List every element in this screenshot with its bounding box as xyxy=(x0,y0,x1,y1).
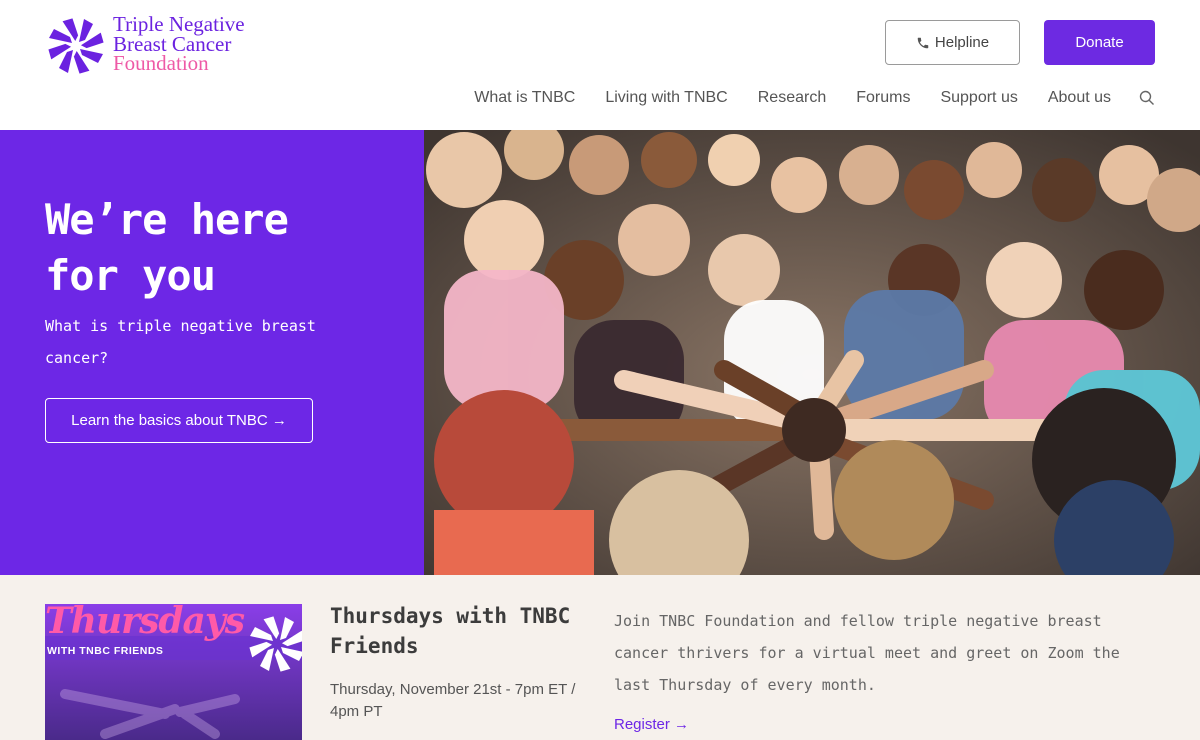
phone-icon xyxy=(917,37,929,48)
event-thumbnail-title: Thursdays xyxy=(45,604,245,642)
hero-panel: We’re here for you What is triple negati… xyxy=(0,130,424,575)
search-icon[interactable] xyxy=(1139,90,1155,106)
nav-item-support-us[interactable]: Support us xyxy=(940,89,1017,107)
nav-item-about-us[interactable]: About us xyxy=(1048,89,1111,107)
hero-photo xyxy=(424,130,1200,575)
nav-item-forums[interactable]: Forums xyxy=(856,89,910,107)
hero-title-line-2: for you xyxy=(45,251,216,300)
event-thumbnail-subtitle: WITH TNBC FRIENDS xyxy=(47,645,164,657)
helpline-label: Helpline xyxy=(934,34,990,51)
donate-button[interactable]: Donate xyxy=(1044,20,1155,65)
hero-subtitle: What is triple negative breast cancer? xyxy=(45,317,316,367)
event-date: Thursday, November 21st - 7pm ET / 4pm P… xyxy=(330,681,576,720)
helpline-button[interactable]: Helpline xyxy=(885,20,1020,65)
nav-item-what-is-tnbc[interactable]: What is TNBC xyxy=(474,89,575,107)
event-description: Join TNBC Foundation and fellow triple n… xyxy=(614,612,1120,694)
hero-title-line-1: We’re here xyxy=(45,195,289,244)
learn-basics-button[interactable]: Learn the basics about TNBC → xyxy=(45,398,313,443)
site-logo[interactable]: Triple Negative Breast Cancer Foundation xyxy=(45,14,245,77)
event-thumbnail[interactable]: Thursdays WITH TNBC FRIENDS xyxy=(45,604,302,740)
main-nav: What is TNBC Living with TNBC Research F… xyxy=(444,89,1155,107)
nav-item-research[interactable]: Research xyxy=(758,89,826,107)
hero-photo-illustration xyxy=(424,130,1200,575)
logo-mark-icon xyxy=(45,15,107,77)
site-header: Triple Negative Breast Cancer Foundation… xyxy=(0,0,1200,130)
event-title[interactable]: Thursdays with TNBC Friends xyxy=(330,601,600,661)
hero-title: We’re here for you xyxy=(45,192,405,304)
register-link[interactable]: Register → xyxy=(614,716,689,733)
logo-line-3: Foundation xyxy=(113,51,209,75)
event-section: Thursdays WITH TNBC FRIENDS Thursdays wi… xyxy=(0,575,1200,740)
nav-item-living-with-tnbc[interactable]: Living with TNBC xyxy=(605,89,727,107)
logo-wordmark: Triple Negative Breast Cancer Foundation xyxy=(113,14,245,75)
